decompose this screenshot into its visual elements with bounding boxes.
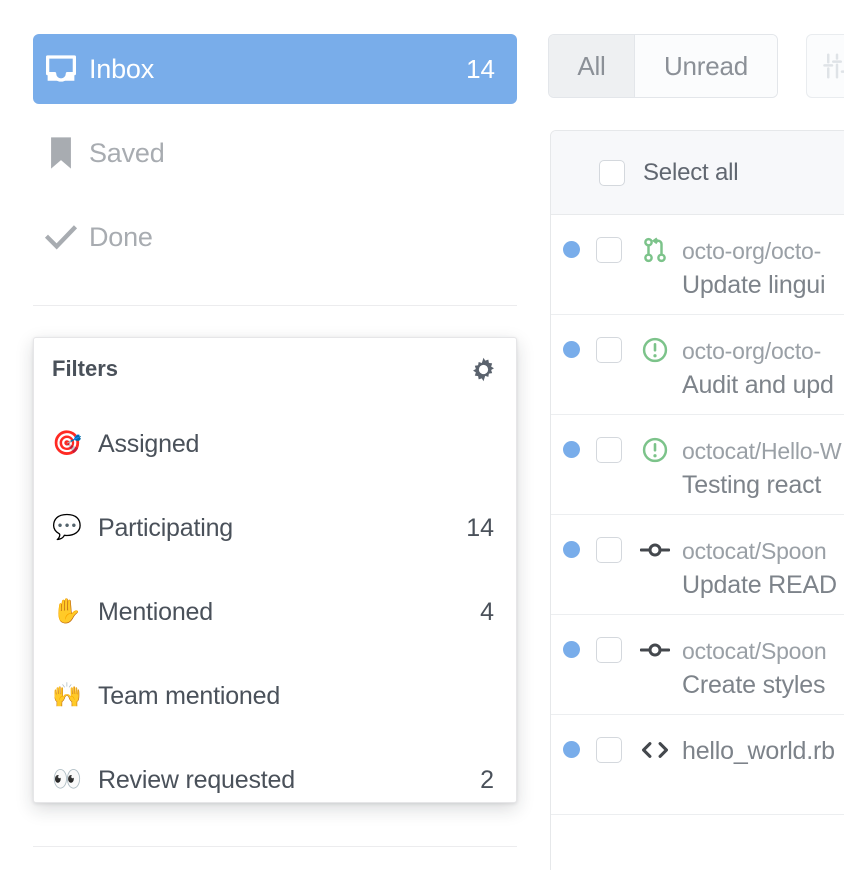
notifications-screen: Inbox 14 Saved Done Filters [0, 0, 844, 870]
tab-unread[interactable]: Unread [635, 35, 777, 97]
notifications-list: Select all [550, 130, 844, 870]
row-repo: octo-org/octo- [682, 337, 834, 365]
table-row[interactable]: hello_world.rb [551, 715, 844, 815]
sliders-icon[interactable] [806, 34, 844, 98]
row-repo: octocat/Spoon [682, 637, 826, 665]
table-row[interactable]: octocat/Hello-W Testing react [551, 415, 844, 515]
filter-item-count: 14 [466, 514, 494, 543]
pull-request-icon [638, 237, 672, 263]
table-row[interactable]: octocat/Spoon Create styles [551, 615, 844, 715]
row-text: octo-org/octo- Update lingui [682, 237, 825, 305]
filter-item-label: Mentioned [98, 598, 213, 627]
row-repo: octo-org/octo- [682, 237, 825, 265]
row-checkbox[interactable] [596, 237, 622, 263]
sidebar-divider-top [33, 305, 517, 306]
unread-dot [563, 341, 580, 358]
speech-balloon-emoji: 💬 [52, 516, 98, 540]
sidebar: Inbox 14 Saved Done Filters [0, 0, 540, 870]
select-all-label: Select all [643, 159, 738, 187]
filter-item-label: Assigned [98, 430, 199, 459]
code-icon [638, 737, 672, 763]
row-title: Update lingui [682, 265, 825, 305]
gear-icon[interactable] [468, 354, 498, 384]
filter-item-label: Participating [98, 514, 233, 543]
row-checkbox[interactable] [596, 737, 622, 763]
row-title: Update READ [682, 565, 837, 605]
table-row[interactable]: octo-org/octo- Audit and upd [551, 315, 844, 415]
row-title: Audit and upd [682, 365, 834, 405]
tab-all[interactable]: All [549, 35, 635, 97]
filter-tabs: All Unread [548, 34, 778, 98]
unread-dot [563, 641, 580, 658]
table-row[interactable]: octocat/Spoon Update READ [551, 515, 844, 615]
filter-item-participating[interactable]: 💬 Participating 14 [34, 496, 516, 560]
commit-icon [638, 537, 672, 563]
sidebar-item-count: 14 [466, 54, 495, 85]
sidebar-item-inbox[interactable]: Inbox 14 [33, 34, 517, 104]
filters-header: Filters [34, 338, 516, 400]
row-repo: octocat/Hello-W [682, 437, 841, 465]
issue-open-icon [638, 337, 672, 363]
row-repo: hello_world.rb [682, 737, 835, 765]
select-all-checkbox[interactable] [599, 160, 625, 186]
check-icon [33, 224, 89, 250]
row-text: octo-org/octo- Audit and upd [682, 337, 834, 405]
sidebar-item-label: Done [89, 222, 153, 253]
row-checkbox[interactable] [596, 337, 622, 363]
filters-title: Filters [52, 356, 118, 382]
sidebar-item-label: Saved [89, 138, 165, 169]
sidebar-item-label: Inbox [89, 54, 154, 85]
row-checkbox[interactable] [596, 537, 622, 563]
sidebar-item-saved[interactable]: Saved [33, 118, 517, 188]
table-row[interactable]: octo-org/octo- Update lingui [551, 215, 844, 315]
inbox-icon [33, 54, 89, 84]
filter-item-mentioned[interactable]: ✋ Mentioned 4 [34, 580, 516, 644]
unread-dot [563, 541, 580, 558]
list-header: Select all [551, 131, 844, 215]
filter-item-review-requested[interactable]: 👀 Review requested 2 [34, 748, 516, 812]
row-title: Create styles [682, 665, 826, 705]
eyes-emoji: 👀 [52, 768, 98, 792]
row-text: octocat/Hello-W Testing react [682, 437, 841, 505]
raising-hands-emoji: 🙌 [52, 684, 98, 708]
filter-item-team-mentioned[interactable]: 🙌 Team mentioned [34, 664, 516, 728]
row-title: Testing react [682, 465, 841, 505]
filter-item-count: 4 [480, 598, 494, 627]
row-text: octocat/Spoon Update READ [682, 537, 837, 605]
unread-dot [563, 741, 580, 758]
filter-item-label: Team mentioned [98, 682, 280, 711]
bookmark-icon [33, 136, 89, 170]
issue-open-icon [638, 437, 672, 463]
notifications-pane: All Unread Selec [540, 0, 844, 870]
row-checkbox[interactable] [596, 437, 622, 463]
row-repo: octocat/Spoon [682, 537, 837, 565]
unread-dot [563, 241, 580, 258]
filters-panel: Filters 🎯 Assigned 💬 Participating 14 [33, 337, 517, 803]
sidebar-divider-bottom [33, 846, 517, 847]
unread-dot [563, 441, 580, 458]
row-text: hello_world.rb [682, 737, 835, 765]
row-text: octocat/Spoon Create styles [682, 637, 826, 705]
sidebar-item-done[interactable]: Done [33, 202, 517, 272]
filter-item-assigned[interactable]: 🎯 Assigned [34, 412, 516, 476]
filter-item-count: 2 [480, 766, 494, 795]
direct-hit-emoji: 🎯 [52, 432, 98, 456]
row-checkbox[interactable] [596, 637, 622, 663]
commit-icon [638, 637, 672, 663]
filter-item-label: Review requested [98, 766, 295, 795]
raised-hand-emoji: ✋ [52, 600, 98, 624]
